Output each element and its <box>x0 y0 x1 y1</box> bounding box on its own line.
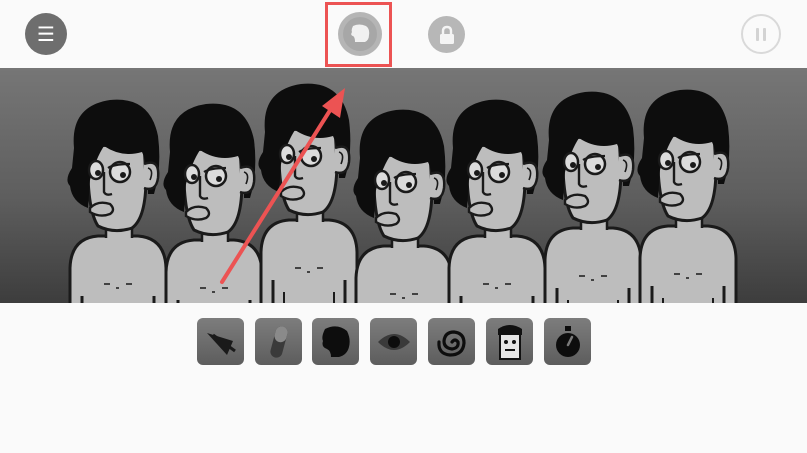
hat-shape-icon <box>206 332 236 355</box>
beatboxer-1[interactable] <box>65 98 168 303</box>
eye-icon <box>377 333 410 350</box>
sound-icon-1[interactable] <box>197 318 244 365</box>
sound-icon-6[interactable] <box>486 318 533 365</box>
stopwatch-icon <box>555 325 580 357</box>
portrait-icon <box>497 324 522 360</box>
hamburger-menu-icon: ☰ <box>37 22 55 46</box>
beatboxer-3[interactable] <box>256 82 359 303</box>
top-bar: ☰ <box>0 0 807 68</box>
menu-button[interactable]: ☰ <box>25 13 67 55</box>
stage <box>0 68 807 303</box>
head-mode-button[interactable] <box>338 12 382 56</box>
lock-icon <box>439 25 454 44</box>
lock-button[interactable] <box>428 16 465 53</box>
beatboxer-7[interactable] <box>635 88 738 303</box>
beatboxer-lineup <box>65 82 738 303</box>
pause-icon-bar-right <box>763 27 766 41</box>
head-silhouette-icon <box>321 325 350 357</box>
sound-icon-4[interactable] <box>370 318 417 365</box>
beatboxer-6[interactable] <box>540 90 643 303</box>
beatboxer-2[interactable] <box>161 102 264 303</box>
beatboxer-4[interactable] <box>351 108 454 303</box>
sound-icon-7[interactable] <box>544 318 591 365</box>
pause-button[interactable] <box>741 14 781 54</box>
sound-icon-5[interactable] <box>428 318 475 365</box>
sound-icon-2[interactable] <box>255 318 302 365</box>
sound-icon-3[interactable] <box>312 318 359 365</box>
head-mode-inner <box>343 17 377 51</box>
head-profile-icon <box>351 24 370 42</box>
capsule-icon <box>269 325 288 358</box>
beatboxer-5[interactable] <box>444 98 547 303</box>
pause-icon-bar-left <box>756 27 759 41</box>
spiral-icon <box>436 329 466 357</box>
